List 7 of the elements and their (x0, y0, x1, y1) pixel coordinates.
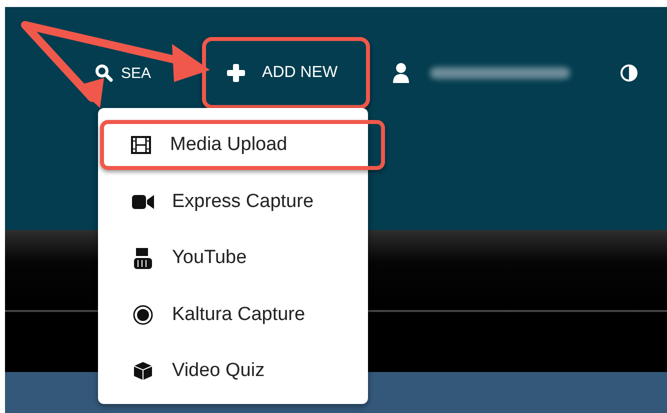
menu-item[interactable]: Media Upload (100, 120, 385, 170)
add-new-button[interactable]: ADD NEW (202, 37, 370, 109)
menu-item[interactable]: Express Capture (98, 176, 368, 226)
menu-item[interactable]: Kaltura Capture (98, 290, 368, 340)
menu-item[interactable]: Video Quiz (98, 346, 368, 396)
menu-item[interactable]: YouTube (98, 233, 368, 283)
search-link[interactable]: SEA (95, 64, 152, 82)
